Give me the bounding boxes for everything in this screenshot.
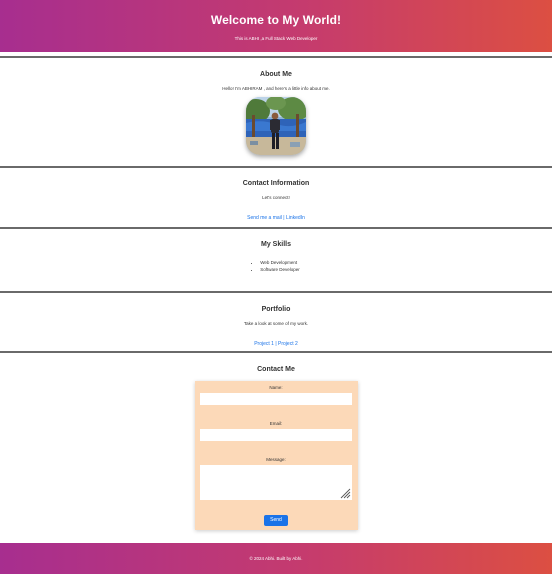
contact-form: Name: Email: Message: Send [194,381,358,530]
contact-info-heading: Contact Information [242,180,310,187]
about-intro: Hello! I'm ABHIRAM , and here's a little… [222,86,330,91]
portfolio-heading: Portfolio [261,306,291,313]
mail-link[interactable]: Send me a mail [247,215,282,221]
message-textarea[interactable] [200,465,352,500]
contact-me-section: Contact Me Name: Email: Message: Send [0,353,552,543]
list-item: Web Development [260,260,300,265]
message-label: Message: [266,457,286,462]
send-button[interactable]: Send [264,515,288,526]
footer-text: © 2024 Abhi. Built by Abhi. [249,556,303,561]
linkedin-link[interactable]: LinkedIn [286,215,305,221]
project-1-link[interactable]: Project 1 [254,341,274,347]
contact-links: Send me a mail | LinkedIn [0,206,552,224]
contact-info-text: Let's connect! [262,195,290,200]
about-section: About Me Hello! I'm ABHIRAM , and here's… [0,58,552,166]
profile-photo [246,97,306,155]
skills-heading: My Skills [261,241,291,248]
portfolio-section: Portfolio Take a look at some of my work… [0,293,552,351]
contact-me-heading: Contact Me [257,366,295,373]
name-field[interactable] [200,393,352,405]
skills-section: My Skills Web Development Software Devel… [0,229,552,291]
email-field[interactable] [200,429,352,441]
email-label: Email: [269,421,283,426]
name-label: Name: [269,385,283,390]
list-item: Software Developer [260,267,300,272]
page-title: Welcome to My World! [210,13,342,27]
page-header: Welcome to My World! This is ABHI ,a Ful… [0,0,552,52]
skills-list: Web Development Software Developer [252,260,300,274]
about-heading: About Me [260,71,292,78]
portfolio-text: Take a look at some of my work. [243,321,309,326]
resize-grip-icon[interactable] [339,487,351,499]
contact-info-section: Contact Information Let's connect! Send … [0,168,552,227]
portfolio-links: Project 1 | Project 2 [0,332,552,350]
page-subtitle: This is ABHI ,a Full Stack Web Developer [234,36,318,41]
page-footer: © 2024 Abhi. Built by Abhi. [0,543,552,574]
project-2-link[interactable]: Project 2 [278,341,298,347]
